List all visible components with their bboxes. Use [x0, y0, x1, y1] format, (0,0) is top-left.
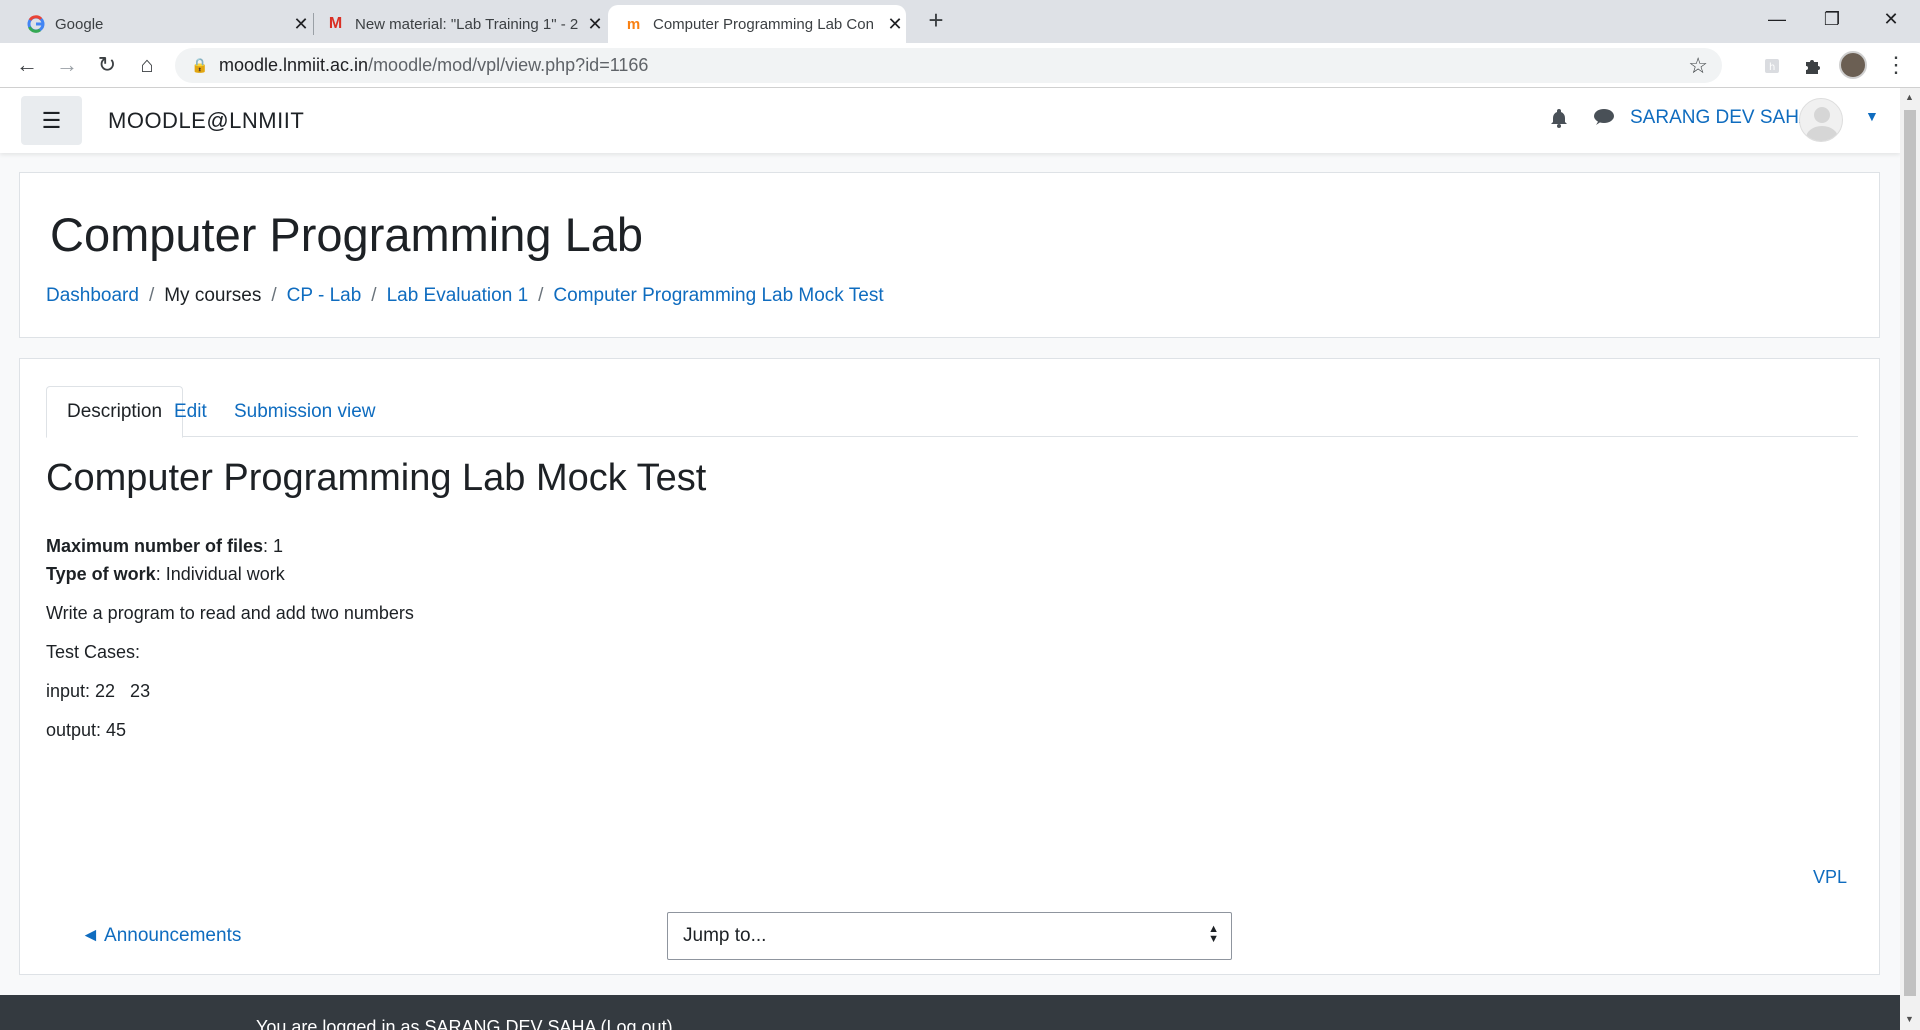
user-menu-caret-icon[interactable]: ▼	[1865, 108, 1879, 124]
tab-title: New material: "Lab Training 1" - 2	[355, 15, 578, 33]
close-tab-icon[interactable]: ✕	[884, 13, 906, 35]
browser-tab-google[interactable]: Google ✕	[12, 5, 312, 43]
max-files-value: : 1	[263, 536, 284, 556]
prev-activity-link[interactable]: ◄ Announcements	[81, 925, 241, 947]
messages-chat-icon[interactable]	[1593, 108, 1615, 132]
url-host: moodle.lnmiit.ac.in	[219, 55, 369, 75]
user-avatar[interactable]	[1799, 98, 1843, 142]
logged-in-info: You are logged in as SARANG DEV SAHA (Lo…	[256, 1017, 673, 1030]
restore-icon[interactable]: ❐	[1805, 0, 1859, 38]
new-tab-icon[interactable]: +	[923, 7, 949, 34]
moodle-navbar: ☰ MOODLE@LNMIIT SARANG DEV SAHA ▼	[0, 88, 1900, 153]
tab-submission-view[interactable]: Submission view	[234, 386, 376, 437]
notifications-bell-icon[interactable]	[1550, 108, 1568, 134]
activity-tabs: Description Edit Submission view	[46, 386, 1858, 438]
tab-description[interactable]: Description	[46, 386, 184, 438]
test-cases-label: Test Cases:	[46, 642, 141, 662]
activity-description: Maximum number of files: 1 Type of work:…	[46, 532, 414, 744]
max-files-label: Maximum number of files	[46, 536, 264, 556]
tab-title: Google	[55, 15, 104, 33]
jump-to-select[interactable]: Jump to... ▲ ▼	[667, 912, 1232, 960]
breadcrumb-activity[interactable]: Computer Programming Lab Mock Test	[553, 285, 883, 307]
close-window-icon[interactable]: ✕	[1864, 0, 1918, 38]
nav-drawer-toggle-icon[interactable]: ☰	[21, 96, 82, 145]
page-header-card: Computer Programming Lab Dashboard / My …	[19, 172, 1880, 338]
scrollbar-thumb[interactable]	[1904, 110, 1916, 996]
breadcrumb-dashboard[interactable]: Dashboard	[46, 285, 139, 307]
forward-icon[interactable]: →	[52, 50, 82, 80]
vpl-link[interactable]: VPL	[1813, 867, 1847, 888]
breadcrumb-my-courses: My courses	[164, 285, 262, 306]
back-icon[interactable]: ←	[12, 50, 42, 80]
work-type-value: : Individual work	[155, 564, 285, 584]
moodle-icon: m	[626, 15, 641, 33]
page-scrollbar[interactable]: ▲ ▼	[1900, 88, 1920, 1030]
url-path: /moodle/mod/vpl/view.php?id=1166	[368, 55, 649, 75]
browser-toolbar: ← → ↻ ⌂ 🔒 moodle.lnmiit.ac.in/moodle/mod…	[0, 43, 1920, 88]
tab-title: Computer Programming Lab Con	[653, 15, 874, 33]
tab-edit[interactable]: Edit	[174, 386, 207, 437]
browser-menu-icon[interactable]: ⋮	[1885, 53, 1907, 79]
lock-icon[interactable]: 🔒	[191, 57, 208, 74]
page-viewport: ☰ MOODLE@LNMIIT SARANG DEV SAHA ▼ Comput…	[0, 88, 1900, 1030]
work-type-label: Type of work	[46, 564, 156, 584]
jump-to-value: Jump to...	[683, 925, 767, 946]
user-name[interactable]: SARANG DEV SAHA	[1630, 107, 1812, 129]
browser-tab-bar: Google ✕ M New material: "Lab Training 1…	[0, 0, 1920, 43]
gmail-icon: M	[328, 15, 343, 32]
task-description: Write a program to read and add two numb…	[46, 603, 414, 623]
page-footer: You are logged in as SARANG DEV SAHA (Lo…	[0, 995, 1900, 1030]
extension-icon[interactable]: h	[1759, 53, 1785, 79]
extensions-puzzle-icon[interactable]	[1799, 53, 1825, 79]
breadcrumb-course[interactable]: CP - Lab	[287, 285, 362, 307]
select-arrows-icon: ▲ ▼	[1208, 923, 1219, 945]
svg-text:h: h	[1769, 62, 1775, 73]
close-tab-icon[interactable]: ✕	[584, 13, 606, 35]
breadcrumb: Dashboard / My courses / CP - Lab / Lab …	[46, 285, 884, 307]
reload-icon[interactable]: ↻	[92, 50, 122, 80]
browser-tab-moodle[interactable]: m Computer Programming Lab Con ✕	[608, 5, 906, 43]
browser-profile-avatar[interactable]	[1839, 51, 1867, 79]
home-icon[interactable]: ⌂	[132, 50, 162, 80]
minimize-icon[interactable]: —	[1750, 0, 1804, 38]
scroll-up-icon[interactable]: ▲	[1905, 92, 1914, 102]
scroll-down-icon[interactable]: ▼	[1905, 1014, 1914, 1024]
bookmark-star-icon[interactable]: ☆	[1688, 53, 1708, 79]
browser-tab-gmail[interactable]: M New material: "Lab Training 1" - 2 ✕	[316, 5, 606, 43]
activity-title: Computer Programming Lab Mock Test	[46, 457, 707, 499]
main-region-card: Description Edit Submission view Compute…	[19, 358, 1880, 975]
address-bar[interactable]: 🔒 moodle.lnmiit.ac.in/moodle/mod/vpl/vie…	[175, 48, 1722, 83]
breadcrumb-section[interactable]: Lab Evaluation 1	[387, 285, 529, 307]
site-name[interactable]: MOODLE@LNMIIT	[108, 108, 304, 134]
google-icon	[26, 15, 45, 34]
page-title: Computer Programming Lab	[50, 208, 643, 261]
tab-separator	[313, 13, 314, 35]
test-input: input: 22 23	[46, 681, 151, 701]
test-output: output: 45	[46, 720, 127, 740]
close-tab-icon[interactable]: ✕	[290, 13, 312, 35]
